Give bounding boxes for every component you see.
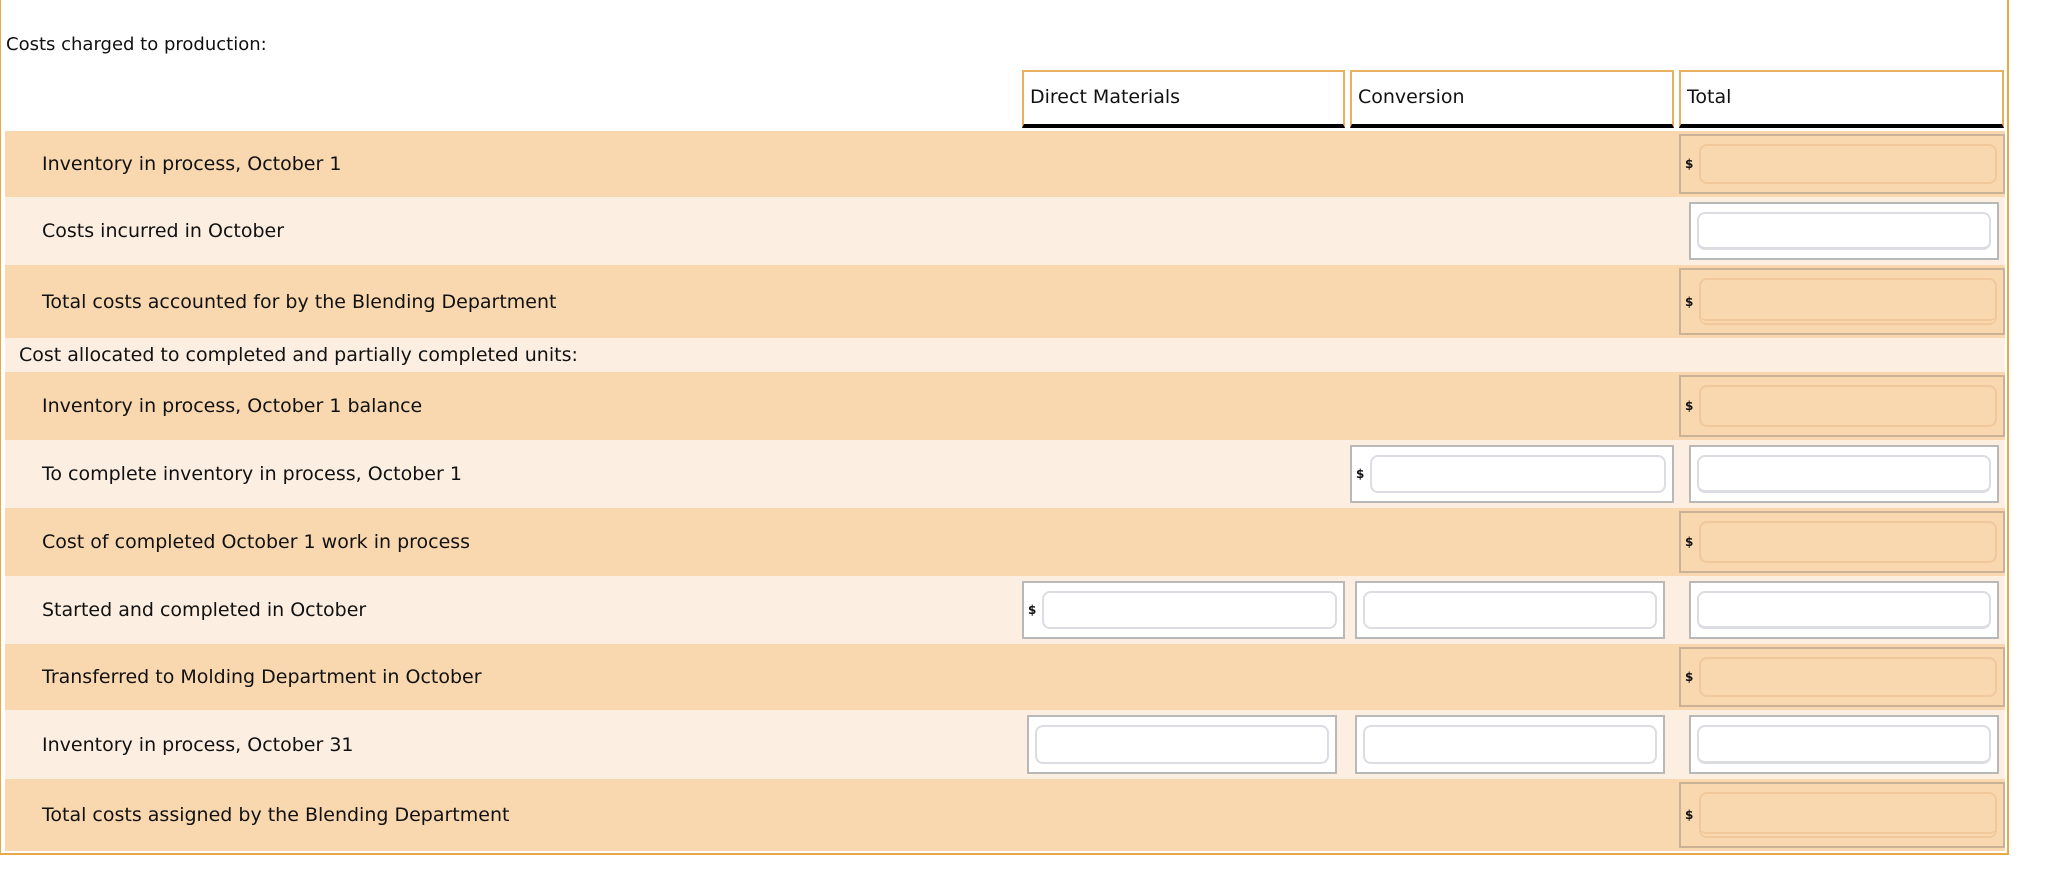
row-label: Inventory in process, October 1 balance bbox=[42, 395, 423, 417]
dm-cell bbox=[1027, 715, 1337, 774]
dollar-sign: $ bbox=[1028, 603, 1037, 617]
row-total-assigned: Total costs assigned by the Blending Dep… bbox=[5, 779, 2005, 851]
total-field bbox=[1699, 385, 1997, 427]
total-readonly: $ bbox=[1679, 647, 2005, 707]
row-label: Cost of completed October 1 work in proc… bbox=[42, 531, 471, 553]
dollar-sign: $ bbox=[1685, 294, 1694, 309]
row-inventory-balance: Inventory in process, October 1 balance … bbox=[5, 372, 2005, 440]
row-total-accounted: Total costs accounted for by the Blendin… bbox=[5, 265, 2005, 338]
dollar-sign: $ bbox=[1685, 157, 1694, 171]
row-label: Total costs accounted for by the Blendin… bbox=[42, 290, 557, 313]
dollar-sign: $ bbox=[1685, 808, 1694, 822]
row-to-complete: To complete inventory in process, Octobe… bbox=[5, 440, 2005, 508]
row-label: Inventory in process, October 31 bbox=[42, 733, 354, 756]
total-readonly: $ bbox=[1679, 511, 2005, 573]
section-title: Costs charged to production: bbox=[6, 34, 267, 55]
row-label: Inventory in process, October 1 bbox=[42, 153, 342, 175]
total-field bbox=[1699, 278, 1997, 325]
total-cell bbox=[1689, 715, 1999, 774]
row-inventory-oct1: Inventory in process, October 1 $ bbox=[5, 131, 2005, 197]
total-field bbox=[1699, 521, 1997, 563]
total-readonly: $ bbox=[1679, 268, 2005, 335]
header-direct-materials: Direct Materials bbox=[1022, 70, 1345, 128]
total-cell bbox=[1689, 202, 1999, 260]
conversion-cell bbox=[1355, 581, 1665, 639]
row-label: To complete inventory in process, Octobe… bbox=[42, 463, 462, 485]
total-cell bbox=[1689, 581, 1999, 639]
header-conversion: Conversion bbox=[1350, 70, 1674, 128]
conversion-input[interactable] bbox=[1363, 591, 1657, 629]
row-label: Transferred to Molding Department in Oct… bbox=[42, 666, 482, 688]
dm-input[interactable] bbox=[1035, 725, 1329, 764]
row-started-completed: Started and completed in October $ bbox=[5, 576, 2005, 644]
total-input[interactable] bbox=[1697, 455, 1991, 493]
row-transferred: Transferred to Molding Department in Oct… bbox=[5, 644, 2005, 710]
subsection-label: Cost allocated to completed and partiall… bbox=[19, 344, 578, 366]
total-cell bbox=[1689, 445, 1999, 503]
row-label: Started and completed in October bbox=[42, 599, 367, 621]
row-costs-incurred: Costs incurred in October bbox=[5, 197, 2005, 265]
total-readonly: $ bbox=[1679, 375, 2005, 437]
total-input[interactable] bbox=[1697, 725, 1991, 764]
total-input[interactable] bbox=[1697, 212, 1991, 250]
total-field bbox=[1699, 657, 1997, 697]
row-inventory-oct31: Inventory in process, October 31 bbox=[5, 710, 2005, 779]
conversion-cell bbox=[1355, 715, 1665, 774]
dollar-sign: $ bbox=[1356, 467, 1365, 481]
total-field bbox=[1699, 144, 1997, 184]
row-label: Total costs assigned by the Blending Dep… bbox=[42, 804, 510, 826]
total-readonly: $ bbox=[1679, 134, 2005, 194]
dollar-sign: $ bbox=[1685, 399, 1694, 413]
dm-cell: $ bbox=[1022, 581, 1345, 639]
total-readonly: $ bbox=[1679, 782, 2005, 848]
dollar-sign: $ bbox=[1685, 535, 1694, 549]
total-field bbox=[1699, 792, 1997, 838]
dm-input[interactable] bbox=[1042, 591, 1337, 629]
row-cost-completed: Cost of completed October 1 work in proc… bbox=[5, 508, 2005, 576]
header-total: Total bbox=[1679, 70, 2004, 128]
conversion-input[interactable] bbox=[1370, 455, 1666, 493]
dollar-sign: $ bbox=[1685, 670, 1694, 684]
conversion-cell: $ bbox=[1350, 445, 1674, 503]
row-allocated-heading: Cost allocated to completed and partiall… bbox=[5, 338, 2005, 372]
row-label: Costs incurred in October bbox=[42, 220, 285, 242]
total-input[interactable] bbox=[1697, 591, 1991, 629]
conversion-input[interactable] bbox=[1363, 725, 1657, 764]
